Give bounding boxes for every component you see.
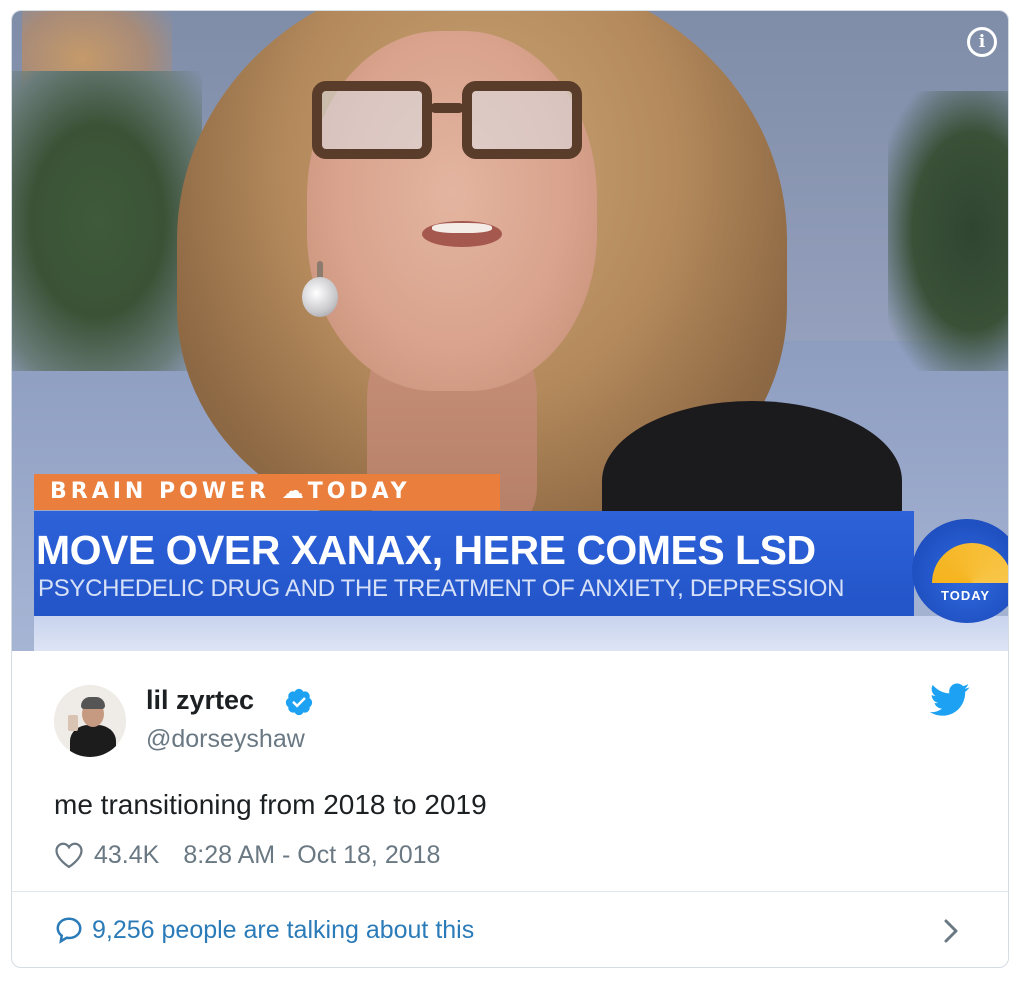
divider bbox=[12, 891, 1008, 892]
lower-third-subheadline: PSYCHEDELIC DRUG AND THE TREATMENT OF AN… bbox=[38, 575, 845, 602]
earring-stone bbox=[302, 277, 338, 317]
glasses-lens-left bbox=[312, 81, 432, 159]
today-logo-text: TODAY bbox=[941, 588, 991, 603]
tweet-embed-card: BRAIN POWER ☁TODAY MOVE OVER XANAX, HERE… bbox=[11, 10, 1009, 968]
speech-bubble-icon bbox=[56, 917, 82, 944]
glasses-lens-right bbox=[462, 81, 582, 159]
background-plants-left bbox=[12, 71, 202, 371]
info-icon[interactable]: i bbox=[967, 27, 997, 57]
heart-icon[interactable] bbox=[54, 841, 84, 869]
tweet-timestamp[interactable]: 8:28 AM - Oct 18, 2018 bbox=[183, 841, 440, 870]
conversation-link-text[interactable]: 9,256 people are talking about this bbox=[92, 916, 474, 945]
lower-third-tag: BRAIN POWER ☁TODAY bbox=[34, 474, 500, 510]
conversation-link[interactable]: 9,256 people are talking about this bbox=[54, 911, 474, 949]
presenter-teeth bbox=[432, 223, 492, 233]
chevron-right-icon[interactable] bbox=[940, 916, 962, 946]
tweet-meta: 43.4K 8:28 AM - Oct 18, 2018 bbox=[54, 837, 440, 873]
avatar-figure-hat bbox=[81, 697, 105, 709]
glasses-bridge bbox=[430, 103, 464, 113]
author-handle[interactable]: @dorseyshaw bbox=[146, 725, 305, 754]
avatar[interactable] bbox=[54, 685, 126, 757]
like-count[interactable]: 43.4K bbox=[94, 841, 159, 870]
tweet-media-image[interactable]: BRAIN POWER ☁TODAY MOVE OVER XANAX, HERE… bbox=[12, 11, 1008, 651]
avatar-phone bbox=[68, 715, 78, 731]
tweet-text: me transitioning from 2018 to 2019 bbox=[54, 789, 487, 820]
presenter-earring bbox=[302, 261, 338, 317]
lower-third-headline: MOVE OVER XANAX, HERE COMES LSD bbox=[36, 527, 816, 573]
background-plants-right bbox=[888, 91, 1008, 371]
lower-third-strip bbox=[34, 616, 1008, 651]
verified-badge-icon bbox=[285, 688, 313, 716]
author-name[interactable]: lil zyrtec bbox=[146, 685, 254, 716]
presenter-glasses bbox=[312, 81, 602, 171]
twitter-bird-icon[interactable] bbox=[930, 683, 970, 717]
